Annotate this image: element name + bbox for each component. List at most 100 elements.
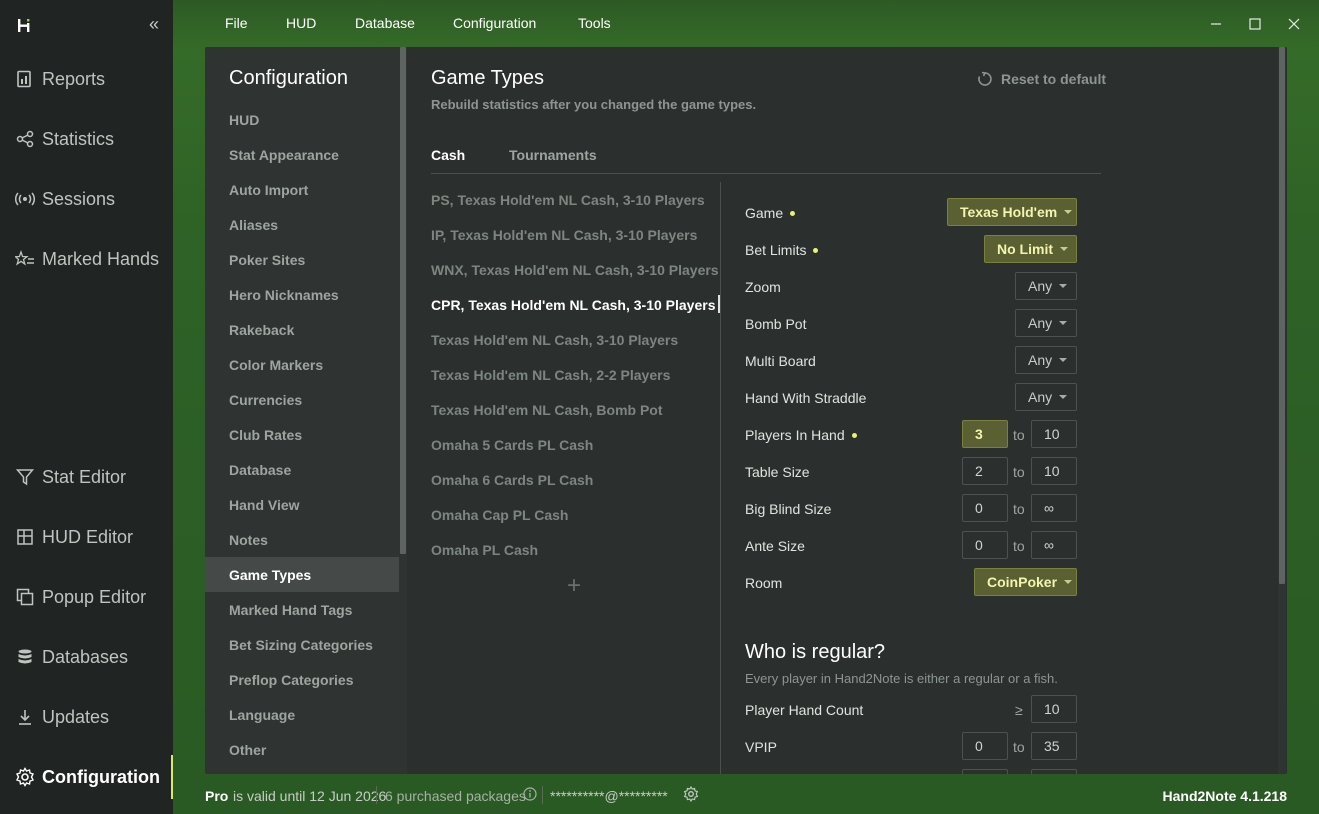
config-item-language[interactable]: Language [205,697,399,732]
chevron-down-icon [1059,321,1068,325]
config-item-auto-import[interactable]: Auto Import [205,172,399,207]
license-validity: is valid until 12 Jun 2026 [233,788,387,804]
field-label: Room [745,575,783,591]
field-label: Game [745,205,784,221]
config-item-currencies[interactable]: Currencies [205,382,399,417]
list-item[interactable]: Texas Hold'em NL Cash, 2-2 Players [431,367,670,383]
menu-database[interactable]: Database [355,15,415,31]
big-blind-to-input[interactable]: ∞ [1031,494,1077,522]
list-item[interactable]: Texas Hold'em NL Cash, 3-10 Players [431,332,678,348]
close-icon[interactable] [1282,12,1306,36]
reports-icon [15,69,35,89]
reset-to-default-button[interactable]: Reset to default [977,71,1106,87]
field-big-blind-size: Big Blind Size 0 to ∞ [745,494,1085,524]
config-item-game-types[interactable]: Game Types [205,557,399,592]
config-item-stat-appearance[interactable]: Stat Appearance [205,137,399,172]
list-item[interactable]: WNX, Texas Hold'em NL Cash, 3-10 Players [431,262,719,278]
menu-configuration[interactable]: Configuration [453,15,536,31]
gear-icon[interactable] [683,786,699,802]
content-scrollbar[interactable] [1278,47,1286,774]
nav-stat-editor[interactable]: Stat Editor [0,455,173,499]
list-item-selected[interactable]: CPR, Texas Hold'em NL Cash, 3-10 Players [431,297,715,313]
nav-label: Databases [42,646,129,667]
hand-count-input[interactable]: 10 [1031,695,1077,723]
players-in-hand-from-input[interactable]: 3 [962,420,1008,448]
nav-databases[interactable]: Databases [0,635,173,679]
nav-sessions[interactable]: Sessions [0,177,173,221]
nav-hud-editor[interactable]: HUD Editor [0,515,173,559]
info-icon[interactable] [523,787,537,801]
scrollbar-thumb[interactable] [1279,47,1285,584]
config-item-hero-nicknames[interactable]: Hero Nicknames [205,277,399,312]
partial-input[interactable] [962,769,1008,774]
room-dropdown[interactable]: CoinPoker [974,568,1077,596]
to-label: to [1013,501,1025,517]
divider [376,786,377,804]
field-label: Table Size [745,464,810,480]
list-item[interactable]: Omaha PL Cash [431,542,538,558]
list-item[interactable]: Omaha 5 Cards PL Cash [431,437,593,453]
popup-icon [15,587,35,607]
table-size-from-input[interactable]: 2 [962,457,1008,485]
maximize-icon[interactable] [1243,12,1267,36]
config-item-database[interactable]: Database [205,452,399,487]
partial-input[interactable] [1031,769,1077,774]
zoom-dropdown[interactable]: Any [1015,272,1077,300]
vpip-to-input[interactable]: 35 [1031,732,1077,760]
tab-tournaments[interactable]: Tournaments [509,147,597,171]
config-item-aliases[interactable]: Aliases [205,207,399,242]
game-dropdown[interactable]: Texas Hold'em [947,198,1077,226]
config-item-hud[interactable]: HUD [205,102,399,137]
list-item[interactable]: Texas Hold'em NL Cash, Bomb Pot [431,402,663,418]
list-item[interactable]: IP, Texas Hold'em NL Cash, 3-10 Players [431,227,697,243]
star-list-icon [15,249,35,269]
table-size-to-input[interactable]: 10 [1031,457,1077,485]
ante-to-input[interactable]: ∞ [1031,531,1077,559]
bomb-pot-dropdown[interactable]: Any [1015,309,1077,337]
nav-label: Reports [42,68,106,89]
menu-file[interactable]: File [225,15,248,31]
tab-cash[interactable]: Cash [431,147,465,171]
minimize-icon[interactable] [1204,12,1228,36]
config-item-notes[interactable]: Notes [205,522,399,557]
players-in-hand-to-input[interactable]: 10 [1031,420,1077,448]
config-item-color-markers[interactable]: Color Markers [205,347,399,382]
bet-limits-dropdown[interactable]: No Limit [984,235,1077,263]
config-item-marked-hand-tags[interactable]: Marked Hand Tags [205,592,399,627]
field-label: Multi Board [745,353,816,369]
nav-reports[interactable]: Reports [0,57,173,101]
scrollbar-thumb[interactable] [400,47,406,554]
config-menu-scrollbar[interactable] [399,47,407,774]
packages-link[interactable]: 6 purchased packages [385,788,526,804]
to-label: to [1013,538,1025,554]
multi-board-dropdown[interactable]: Any [1015,346,1077,374]
config-item-other[interactable]: Other [205,732,399,767]
ante-from-input[interactable]: 0 [962,531,1008,559]
list-item[interactable]: Omaha 6 Cards PL Cash [431,472,593,488]
nav-configuration[interactable]: Configuration [0,755,173,799]
add-game-type-button[interactable]: + [567,572,581,600]
config-item-club-rates[interactable]: Club Rates [205,417,399,452]
list-item[interactable]: Omaha Cap PL Cash [431,507,568,523]
list-item[interactable]: PS, Texas Hold'em NL Cash, 3-10 Players [431,192,705,208]
nav-updates[interactable]: Updates [0,695,173,739]
to-label: to [1013,739,1025,755]
big-blind-from-input[interactable]: 0 [962,494,1008,522]
chevron-down-icon [1064,580,1073,584]
config-item-bet-sizing-categories[interactable]: Bet Sizing Categories [205,627,399,662]
broadcast-icon [15,189,35,209]
straddle-dropdown[interactable]: Any [1015,383,1077,411]
config-item-hand-view[interactable]: Hand View [205,487,399,522]
menu-hud[interactable]: HUD [286,15,316,31]
config-item-rakeback[interactable]: Rakeback [205,312,399,347]
chevron-down-icon [1059,358,1068,362]
collapse-sidebar-icon[interactable]: « [144,14,164,34]
vpip-from-input[interactable]: 0 [962,732,1008,760]
config-item-preflop-categories[interactable]: Preflop Categories [205,662,399,697]
selection-marker [718,295,720,313]
nav-popup-editor[interactable]: Popup Editor [0,575,173,619]
config-item-poker-sites[interactable]: Poker Sites [205,242,399,277]
nav-statistics[interactable]: Statistics [0,117,173,161]
menu-tools[interactable]: Tools [578,15,611,31]
nav-marked-hands[interactable]: Marked Hands [0,237,173,281]
